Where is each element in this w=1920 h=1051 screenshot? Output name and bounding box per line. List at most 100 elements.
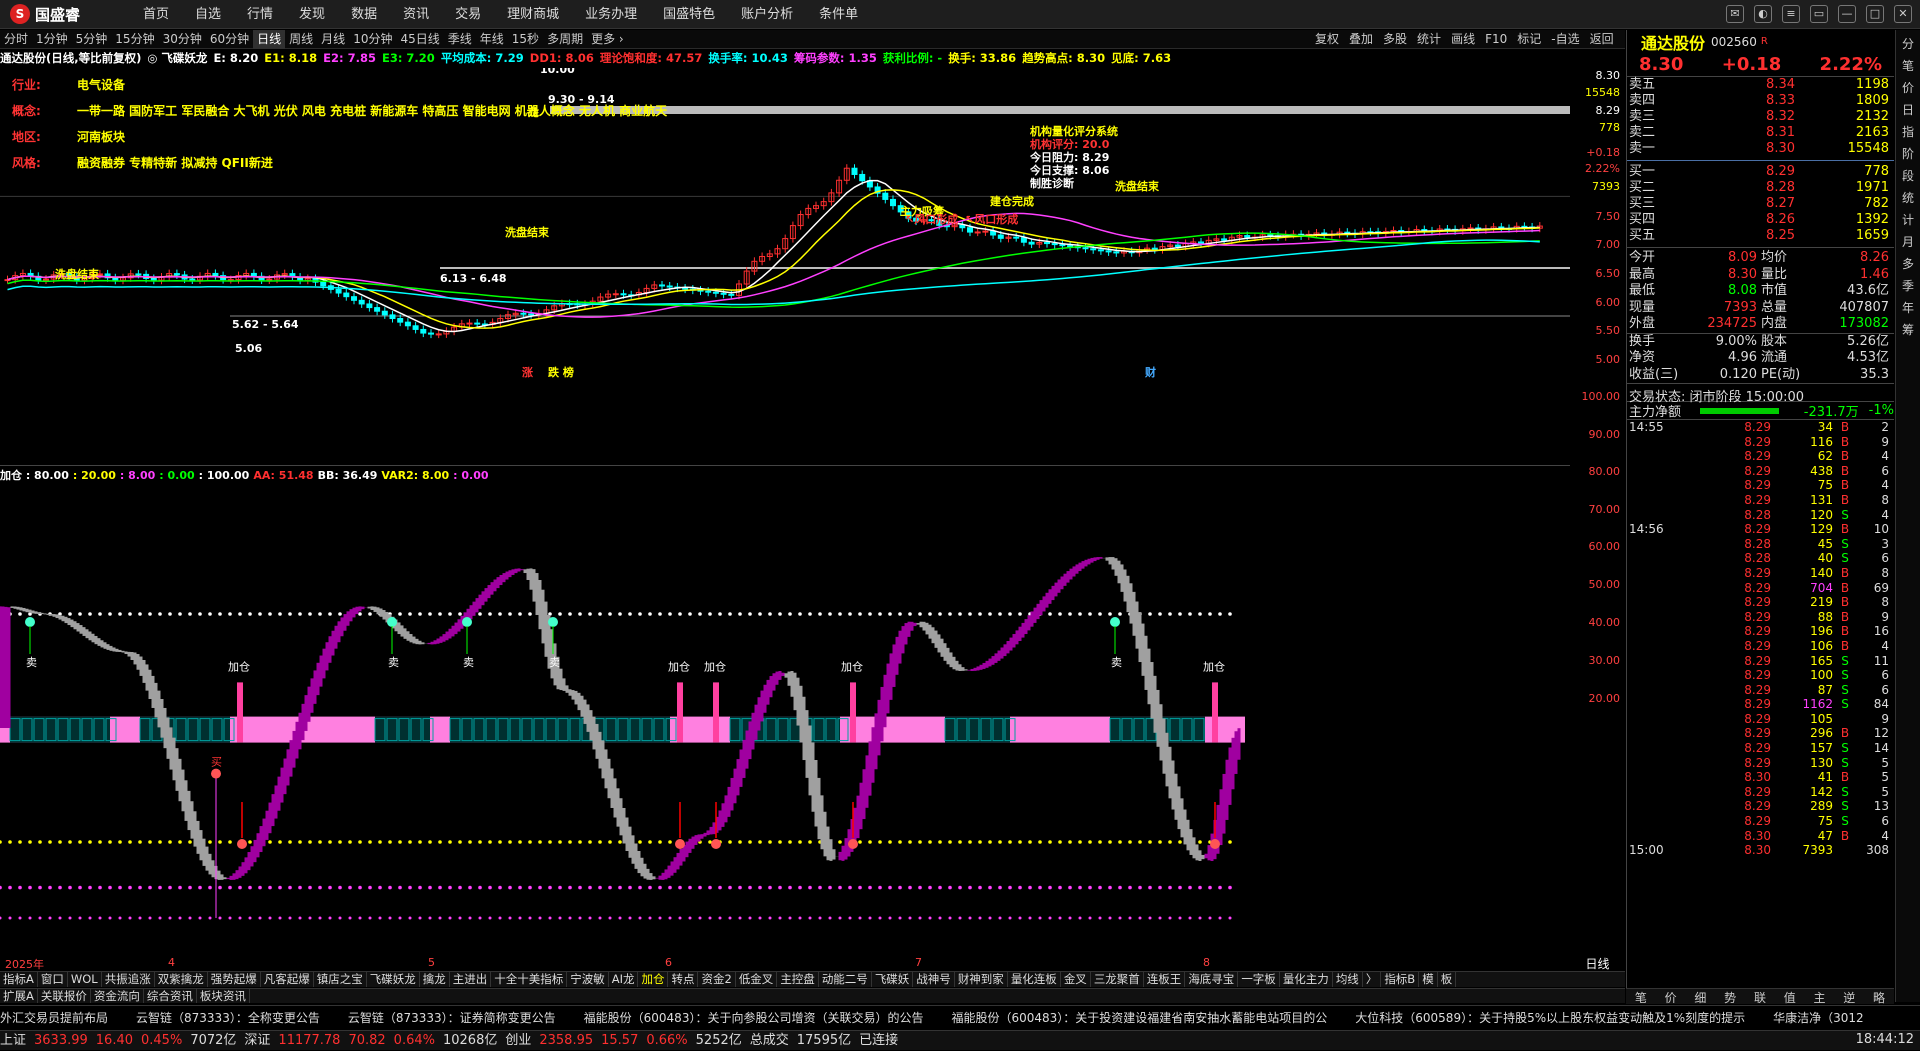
message-icon[interactable]: ✉ [1726, 5, 1744, 23]
menu-2[interactable]: 行情 [234, 0, 286, 29]
side-tab-10[interactable]: 多 [1896, 255, 1920, 272]
indicator-tab-33[interactable]: 模 [1419, 972, 1438, 987]
indicator-tab-3[interactable]: 共振追涨 [102, 972, 155, 987]
bid-row[interactable]: 买二 8.28 1971 [1627, 180, 1894, 196]
period-7[interactable]: 周线 [285, 30, 317, 49]
bottom-tab-6[interactable]: 主 [1813, 989, 1825, 1005]
indicator-tab-29[interactable]: 量化主力 [1280, 972, 1333, 987]
news-item[interactable]: 华康洁净（3012 [1773, 1011, 1864, 1025]
side-tab-11[interactable]: 季 [1896, 277, 1920, 294]
extension-tab-2[interactable]: 资金流向 [91, 989, 144, 1003]
bottom-tab-3[interactable]: 势 [1724, 989, 1736, 1005]
chart-tool-0[interactable]: 复权 [1310, 30, 1344, 49]
period-12[interactable]: 年线 [476, 30, 508, 49]
side-tab-13[interactable]: 筹 [1896, 321, 1920, 338]
indicator-tab-8[interactable]: 飞碟妖龙 [367, 972, 420, 987]
indicator-tab-21[interactable]: 战神号 [913, 972, 955, 987]
indicator-tab-34[interactable]: 板 [1438, 972, 1457, 987]
indicator-tab-23[interactable]: 量化连板 [1008, 972, 1061, 987]
indicator-tab-5[interactable]: 强势起爆 [208, 972, 261, 987]
bottom-tab-1[interactable]: 价 [1665, 989, 1677, 1005]
side-tab-2[interactable]: 价 [1896, 79, 1920, 96]
side-tab-5[interactable]: 阶 [1896, 145, 1920, 162]
indicator-tab-6[interactable]: 凡客起爆 [261, 972, 314, 987]
bid-row[interactable]: 买四 8.26 1392 [1627, 212, 1894, 228]
chart-tool-3[interactable]: 统计 [1412, 30, 1446, 49]
extension-tab-4[interactable]: 板块资讯 [197, 989, 250, 1003]
period-14[interactable]: 多周期 [543, 30, 587, 49]
menu-4[interactable]: 数据 [338, 0, 390, 29]
period-4[interactable]: 30分钟 [159, 30, 206, 49]
ask-row[interactable]: 卖二 8.31 2163 [1627, 125, 1894, 141]
indicator-tab-2[interactable]: WOL [68, 972, 102, 987]
indicator-tab-30[interactable]: 均线 [1333, 972, 1363, 987]
ask-row[interactable]: 卖三 8.32 2132 [1627, 109, 1894, 125]
menu-10[interactable]: 账户分析 [728, 0, 806, 29]
chart-tool-8[interactable]: 返回 [1585, 30, 1619, 49]
menu-9[interactable]: 国盛特色 [650, 0, 728, 29]
period-indicator[interactable]: 日线 [1570, 955, 1625, 971]
indicator-tab-9[interactable]: 擒龙 [420, 972, 450, 987]
bottom-tab-8[interactable]: 略 [1873, 989, 1885, 1005]
indicator-tab-11[interactable]: 十全十美指标 [491, 972, 568, 987]
period-6[interactable]: 日线 [253, 29, 286, 49]
side-tab-4[interactable]: 指 [1896, 123, 1920, 140]
indicator-tab-13[interactable]: AI龙 [609, 972, 639, 987]
extension-tab-1[interactable]: 关联报价 [38, 989, 91, 1003]
side-tab-12[interactable]: 年 [1896, 299, 1920, 316]
indicator-tab-22[interactable]: 财神到家 [955, 972, 1008, 987]
ask-row[interactable]: 卖四 8.33 1809 [1627, 93, 1894, 109]
bottom-tab-4[interactable]: 联 [1754, 989, 1766, 1005]
news-item[interactable]: 福能股份（600483）：关于向参股公司增资（关联交易）的公告 [584, 1011, 924, 1025]
side-tab-0[interactable]: 分 [1896, 35, 1920, 52]
indicator-tab-19[interactable]: 动能二号 [819, 972, 872, 987]
menu-icon[interactable]: ≡ [1782, 5, 1800, 23]
indicator-tab-25[interactable]: 三龙聚首 [1091, 972, 1144, 987]
indicator-tab-7[interactable]: 镇店之宝 [314, 972, 367, 987]
period-13[interactable]: 15秒 [508, 30, 543, 49]
ask-row[interactable]: 卖五 8.34 1198 [1627, 77, 1894, 93]
menu-5[interactable]: 资讯 [390, 0, 442, 29]
menu-3[interactable]: 发现 [286, 0, 338, 29]
side-tab-8[interactable]: 计 [1896, 211, 1920, 228]
period-11[interactable]: 季线 [444, 30, 476, 49]
side-tab-7[interactable]: 统 [1896, 189, 1920, 206]
menu-0[interactable]: 首页 [130, 0, 182, 29]
period-10[interactable]: 45日线 [396, 30, 443, 49]
chart-tool-4[interactable]: 画线 [1446, 30, 1480, 49]
bottom-tab-2[interactable]: 细 [1694, 989, 1706, 1005]
bid-row[interactable]: 买一 8.29 778 [1627, 164, 1894, 180]
indicator-tab-32[interactable]: 指标B [1381, 972, 1420, 987]
indicator-tab-0[interactable]: 指标A [0, 972, 38, 987]
indicator-tab-1[interactable]: 窗口 [38, 972, 68, 987]
period-1[interactable]: 1分钟 [32, 30, 72, 49]
news-item[interactable]: 外汇交易员提前布局 [0, 1011, 108, 1025]
period-2[interactable]: 5分钟 [72, 30, 112, 49]
period-5[interactable]: 60分钟 [206, 30, 253, 49]
indicator-tab-4[interactable]: 双紫擒龙 [155, 972, 208, 987]
indicator-tab-20[interactable]: 飞碟妖 [872, 972, 914, 987]
bid-row[interactable]: 买三 8.27 782 [1627, 196, 1894, 212]
extension-tab-0[interactable]: 扩展A [0, 989, 38, 1003]
indicator-tab-12[interactable]: 宁波敏 [567, 972, 609, 987]
close-icon[interactable]: ✕ [1894, 5, 1912, 23]
indicator-tab-28[interactable]: 一字板 [1238, 972, 1280, 987]
news-item[interactable]: 大位科技（600589）：关于持股5%以上股东权益变动触及1%刻度的提示 [1355, 1011, 1745, 1025]
indicator-tab-16[interactable]: 资金2 [698, 972, 736, 987]
period-3[interactable]: 15分钟 [111, 30, 158, 49]
tick-list[interactable]: 14:55 8.29 34 B 2 8.29 116 B 9 8.29 62 B 4 8.29 438 B 6 8… [1627, 419, 1894, 858]
bid-row[interactable]: 买五 8.25 1659 [1627, 228, 1894, 244]
bottom-tab-0[interactable]: 笔 [1635, 989, 1647, 1005]
news-item[interactable]: 福能股份（600483）：关于投资建设福建省南安抽水蓄能电站项目的公 [951, 1011, 1327, 1025]
restore-icon[interactable]: ▭ [1810, 5, 1828, 23]
side-tab-9[interactable]: 月 [1896, 233, 1920, 250]
menu-8[interactable]: 业务办理 [572, 0, 650, 29]
period-8[interactable]: 月线 [317, 30, 349, 49]
chart-tool-5[interactable]: F10 [1480, 30, 1512, 49]
period-0[interactable]: 分时 [0, 30, 32, 49]
news-item[interactable]: 云智链（873333）：证券简称变更公告 [348, 1011, 556, 1025]
indicator-tab-18[interactable]: 主控盘 [777, 972, 819, 987]
bottom-tab-5[interactable]: 值 [1784, 989, 1796, 1005]
oscillator-chart[interactable]: 卖卖卖卖卖买加仓 加仓 加仓 加仓 加仓 [0, 484, 1570, 946]
menu-11[interactable]: 条件单 [806, 0, 871, 29]
